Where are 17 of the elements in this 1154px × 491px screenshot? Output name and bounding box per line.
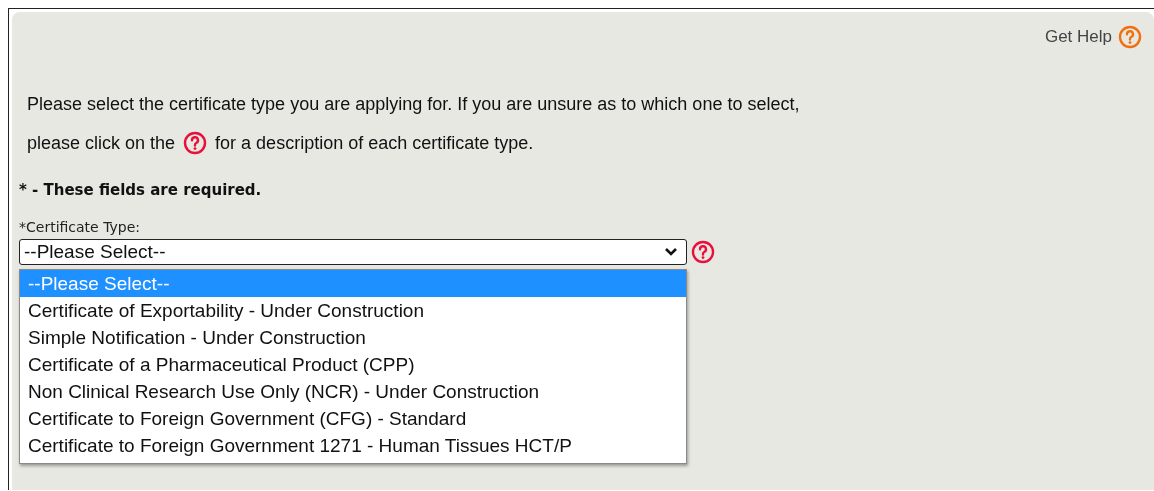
dropdown-option[interactable]: Certificate of a Pharmaceutical Product (CPP) bbox=[20, 351, 686, 378]
help-icon[interactable] bbox=[183, 131, 208, 155]
get-help-link[interactable]: Get Help bbox=[1044, 27, 1112, 47]
dropdown-option[interactable]: Non Clinical Research Use Only (NCR) - Under Construction bbox=[20, 378, 686, 405]
field-label: *Certificate Type: bbox=[19, 219, 142, 235]
dropdown-option[interactable]: Certificate to Foreign Government 1271 - Human Tissues HCT/P bbox=[20, 432, 686, 459]
help-icon[interactable] bbox=[1118, 25, 1142, 49]
certificate-type-dropdown[interactable]: --Please Select-- bbox=[19, 239, 687, 265]
help-icon[interactable] bbox=[691, 240, 715, 264]
instruction-text: Please select the certificate type you are applying for. If you are unsure as to which one to select, bbox=[27, 93, 801, 116]
dropdown-option[interactable]: Certificate of Exportability - Under Construction bbox=[20, 297, 686, 324]
dropdown-option[interactable]: Simple Notification - Under Construction bbox=[20, 324, 686, 351]
required-fields-note: * - These fields are required. bbox=[19, 181, 263, 199]
dropdown-option[interactable]: Certificate to Foreign Government (CFG) - Standard bbox=[20, 405, 686, 432]
instruction-text: please click on the bbox=[27, 132, 176, 154]
chevron-down-icon bbox=[664, 247, 678, 257]
instruction-text: for a description of each certificate type. bbox=[215, 132, 534, 154]
